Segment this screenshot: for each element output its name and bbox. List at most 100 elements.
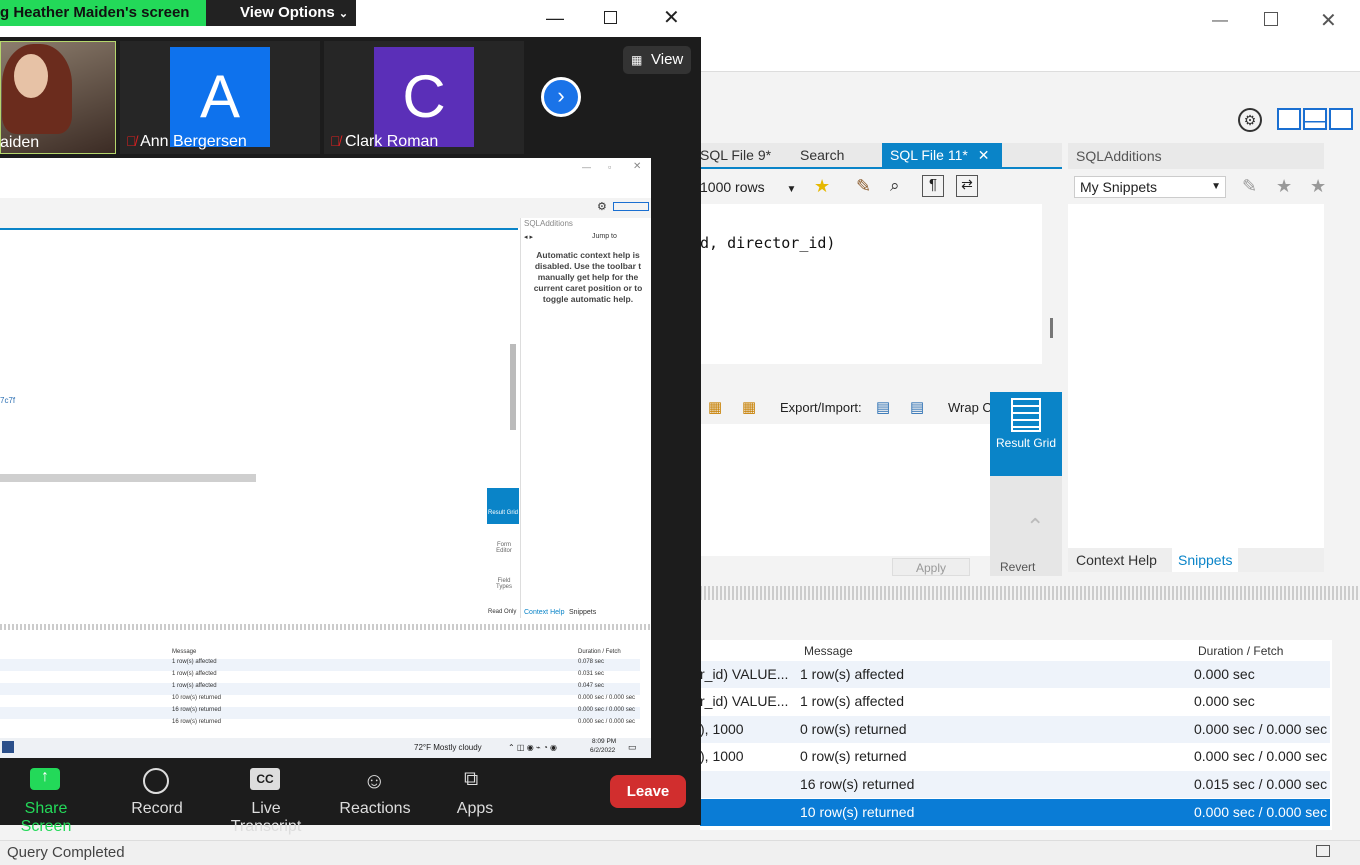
mini-duration: 0.078 sec <box>578 659 605 665</box>
output-splitter[interactable] <box>700 586 1360 600</box>
output-row[interactable]: ), 1000 0 row(s) returned 0.000 sec / 0.00… <box>700 716 1330 743</box>
share-screen-button[interactable]: Share Screen <box>0 800 92 836</box>
next-page-icon[interactable]: › <box>541 77 581 117</box>
settings-icon[interactable]: ⚙ <box>1238 108 1262 132</box>
mini-snippets: Snippets <box>569 609 597 616</box>
import-icon[interactable]: ▤ <box>910 398 924 416</box>
view-options-label: View Options <box>240 4 335 21</box>
minimize-icon[interactable]: — <box>1212 12 1228 29</box>
workbench-menubar <box>700 40 1360 72</box>
avatar: C <box>374 47 474 147</box>
result-grid-area[interactable] <box>700 424 990 556</box>
mic-muted-icon: 🎙̸ <box>126 133 137 149</box>
sql-editor[interactable] <box>700 204 1042 364</box>
output-row[interactable]: 16 row(s) returned 0.015 sec / 0.000 sec <box>700 771 1330 798</box>
snippets-list[interactable] <box>1068 204 1324 548</box>
duration-cell: 0.000 sec / 0.000 sec <box>1194 748 1328 764</box>
tab-snippets[interactable]: Snippets <box>1172 548 1239 572</box>
add-row-icon[interactable]: ▦ <box>708 398 722 416</box>
chevron-down-icon: ▼ <box>1211 181 1221 192</box>
output-row[interactable]: ), 1000 0 row(s) returned 0.000 sec / 0.00… <box>700 743 1330 770</box>
mini-settings-icon: ⚙ <box>597 201 607 213</box>
search-icon[interactable]: ⌕ <box>890 176 900 196</box>
duration-cell: 0.000 sec <box>1194 666 1255 682</box>
export-icon[interactable]: ▤ <box>876 398 890 416</box>
close-icon[interactable]: ✕ <box>1320 8 1337 33</box>
mini-hscrollbar <box>0 474 256 482</box>
maximize-icon[interactable] <box>1264 12 1278 26</box>
action-cell: ), 1000 <box>700 721 744 737</box>
limit-rows-select[interactable]: 1000 rows ▼ <box>700 176 800 198</box>
column-header-duration[interactable]: Duration / Fetch <box>1198 644 1283 658</box>
mini-jump-to: Jump to <box>592 233 617 240</box>
apps-button[interactable]: Apps <box>455 800 495 818</box>
remove-snippet-icon[interactable]: ★ <box>1310 176 1326 197</box>
share-screen-icon[interactable]: ↑ <box>30 768 60 790</box>
reactions-icon[interactable]: ☺ <box>363 768 385 794</box>
apps-icon[interactable]: ⧉ <box>464 768 478 791</box>
live-transcript-button[interactable]: Live Transcript <box>214 800 318 836</box>
duration-cell: 0.000 sec / 0.000 sec <box>1194 721 1328 737</box>
mini-form-editor: Form Editor <box>496 542 512 554</box>
toggle-output-icon[interactable] <box>1303 108 1327 130</box>
tab-search[interactable]: Search <box>800 143 844 167</box>
workbench-titlebar <box>700 0 1360 40</box>
message-cell: 16 row(s) returned <box>800 776 915 792</box>
tab-context-help[interactable]: Context Help <box>1076 552 1157 568</box>
mini-duration: 0.000 sec / 0.000 sec <box>578 695 636 701</box>
mini-header-message: Message <box>172 649 197 655</box>
invisible-chars-icon[interactable]: ¶ <box>922 175 944 197</box>
duration-cell: 0.000 sec / 0.000 sec <box>1194 804 1328 820</box>
mini-read-only: Read Only <box>488 609 517 615</box>
add-snippet-icon[interactable]: ★ <box>1276 176 1292 197</box>
mini-splitter <box>0 624 651 630</box>
toggle-sidebar-icon[interactable] <box>1277 108 1301 130</box>
tab-sql-file-9[interactable]: SQL File 9* <box>700 143 771 167</box>
status-text: Query Completed <box>7 844 125 861</box>
toggle-secondary-sidebar-icon[interactable] <box>1329 108 1353 130</box>
mini-duration: 0.047 sec <box>578 683 605 689</box>
mini-message: 1 row(s) affected <box>172 683 217 689</box>
wrap-icon[interactable]: ⇄ <box>956 175 978 197</box>
close-icon[interactable]: ✕ <box>663 5 680 30</box>
message-cell: 1 row(s) affected <box>800 666 905 682</box>
minimize-icon[interactable]: — <box>546 8 564 29</box>
star-icon[interactable]: ★ <box>814 176 830 197</box>
snippets-select[interactable]: My Snippets ▼ <box>1074 176 1226 198</box>
tab-sql-file-11[interactable]: SQL File 11* ✕ <box>882 143 1002 167</box>
action-cell: r_id) VALUE... <box>700 666 789 682</box>
closed-caption-icon[interactable]: CC <box>250 768 280 790</box>
mini-weather: 72°F Mostly cloudy <box>414 743 482 752</box>
view-options-button[interactable]: View Options ⌄ <box>206 0 356 26</box>
output-row-selected[interactable]: 10 row(s) returned 0.000 sec / 0.000 sec <box>700 799 1330 826</box>
status-panel-icon[interactable] <box>1316 845 1330 857</box>
leave-button[interactable]: Leave <box>610 775 686 808</box>
reactions-button[interactable]: Reactions <box>338 800 412 818</box>
record-icon[interactable] <box>143 768 169 794</box>
mini-output-row: 16 row(s) returned 0.000 sec / 0.000 sec <box>0 719 640 731</box>
view-button[interactable]: ▦ View <box>623 46 691 74</box>
tab-label: SQL File 11* <box>890 147 968 163</box>
status-bar <box>0 840 1360 865</box>
close-tab-icon[interactable]: ✕ <box>978 147 990 163</box>
output-row[interactable]: r_id) VALUE... 1 row(s) affected 0.000 sec <box>700 661 1330 688</box>
mini-output-row: 1 row(s) affected 0.078 sec <box>0 659 640 671</box>
record-button[interactable]: Record <box>126 800 188 818</box>
mini-header-duration: Duration / Fetch <box>578 649 621 655</box>
apply-button[interactable]: Apply <box>892 558 970 576</box>
delete-row-icon[interactable]: ▦ <box>742 398 756 416</box>
insert-snippet-icon[interactable]: ✎ <box>1242 176 1257 197</box>
mini-message: 16 row(s) returned <box>172 719 222 725</box>
beautify-icon[interactable]: ✎ <box>856 176 871 197</box>
editor-scrollbar[interactable] <box>1050 318 1053 338</box>
participant-name: Ann Bergersen <box>140 133 247 150</box>
column-header-message[interactable]: Message <box>804 644 853 658</box>
mic-muted-icon: 🎙̸ <box>330 133 341 149</box>
result-grid-button[interactable]: Result Grid <box>990 392 1062 476</box>
mini-panel-icons <box>613 202 649 211</box>
sql-additions-header: SQLAdditions <box>1068 143 1324 169</box>
revert-button[interactable]: Revert <box>1000 560 1035 574</box>
mini-context-help: Context Help <box>524 609 565 616</box>
output-row[interactable]: r_id) VALUE... 1 row(s) affected 0.000 sec <box>700 688 1330 715</box>
maximize-icon[interactable] <box>604 11 617 24</box>
